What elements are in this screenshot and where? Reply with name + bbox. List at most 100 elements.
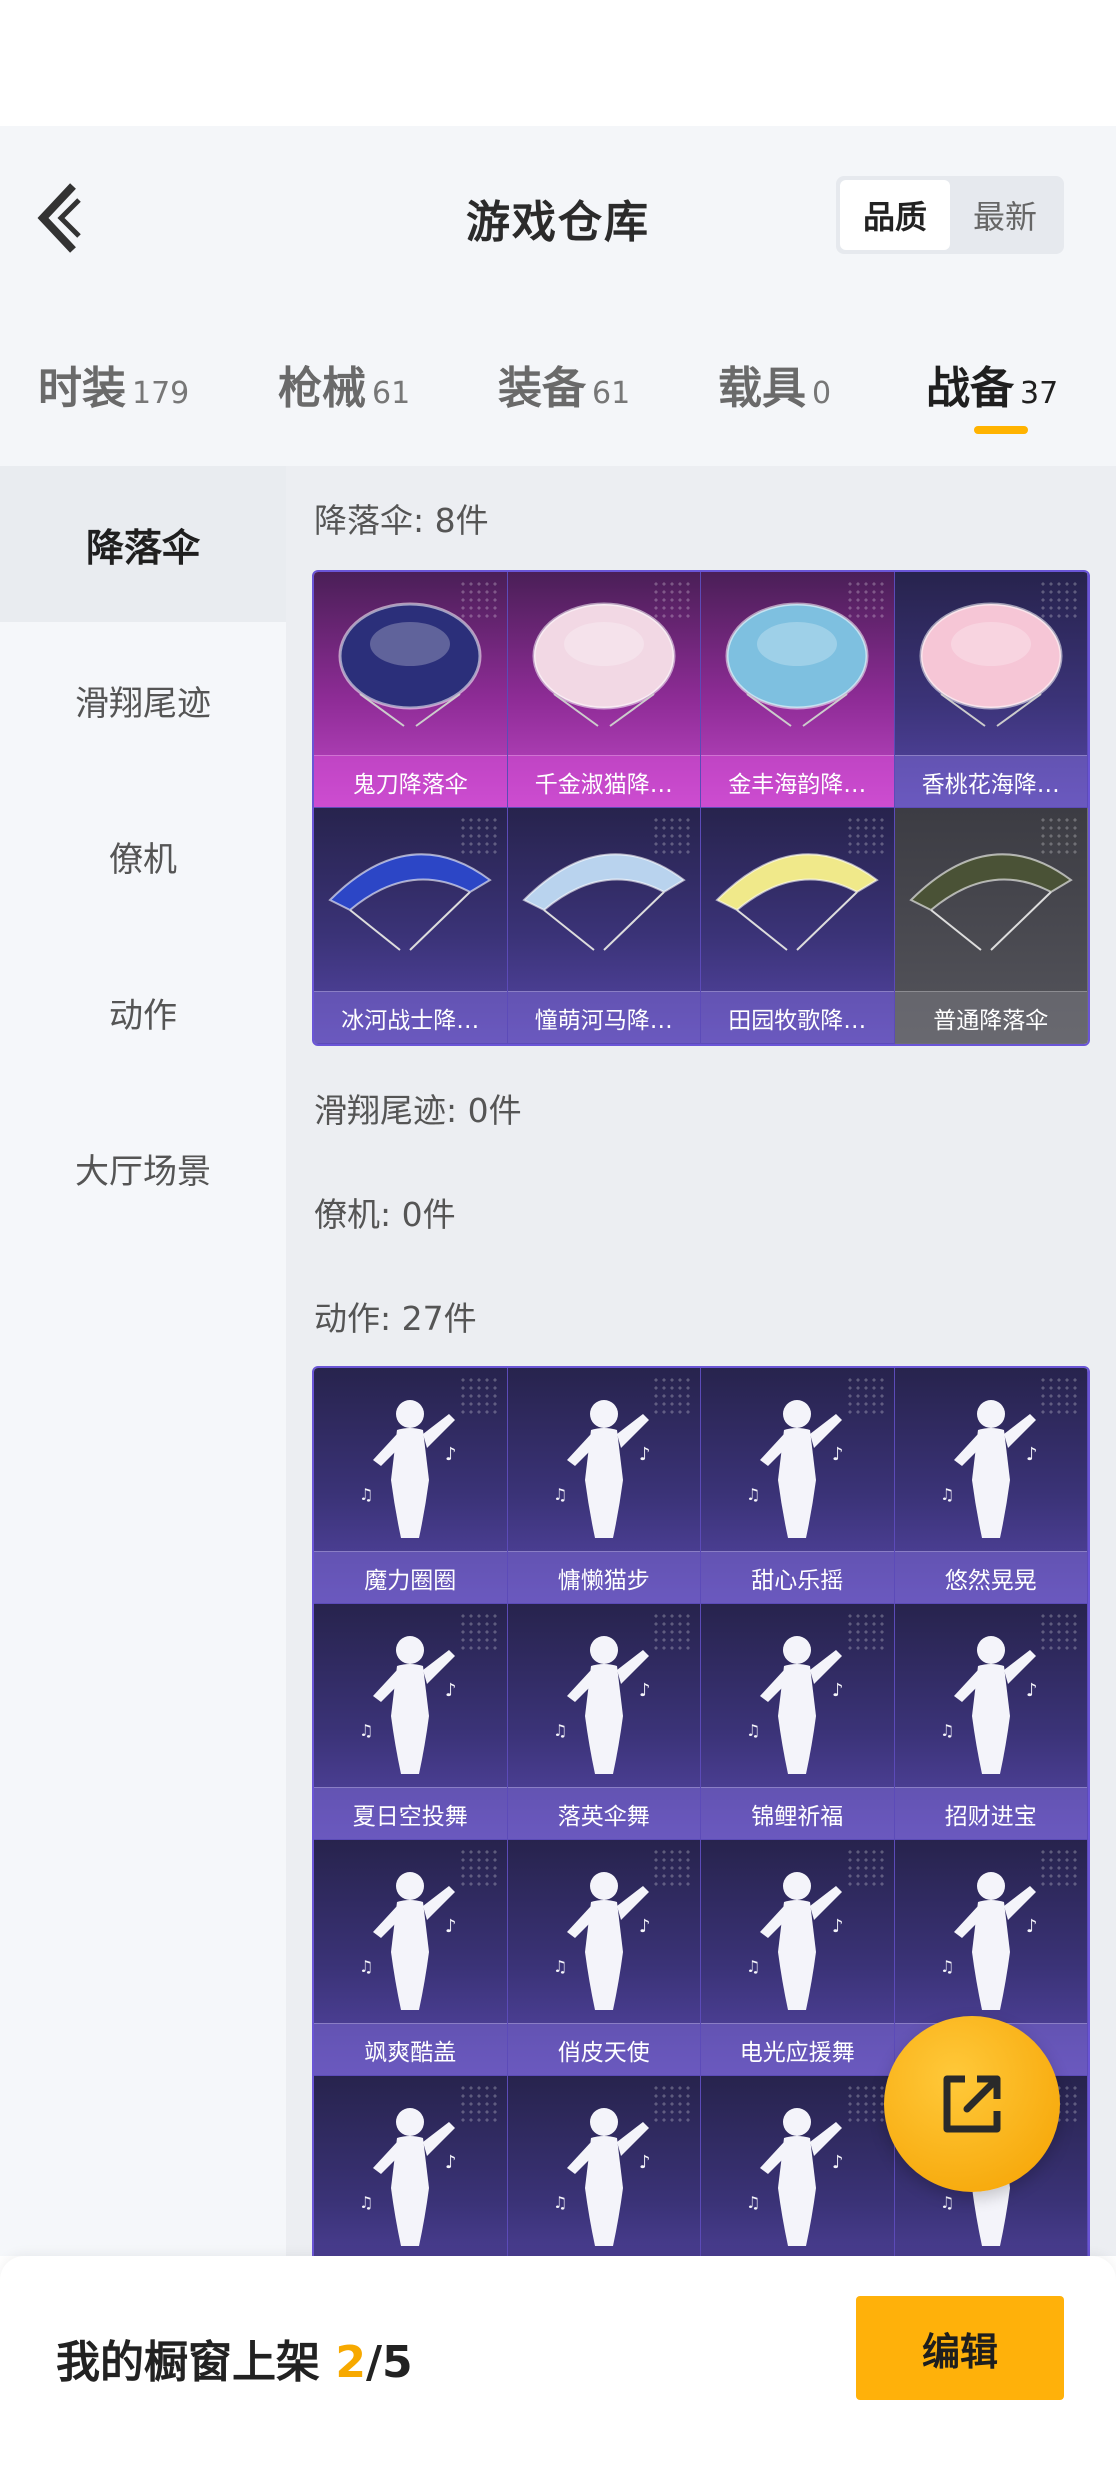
- emote-item[interactable]: ♪ ♫ 夏日空投舞: [314, 1604, 508, 1840]
- svg-text:♪: ♪: [832, 1680, 844, 1701]
- emote-figure-art: ♪♫: [359, 1872, 457, 2010]
- section-title-parachute: 降落伞: 8件: [314, 501, 489, 540]
- emote-item[interactable]: ♪ ♫ 飒爽酷盖: [314, 1840, 508, 2076]
- sort-quality-button[interactable]: 品质: [840, 180, 950, 250]
- emote-item[interactable]: ♪ ♫ 落英伞舞: [507, 1604, 701, 1840]
- share-button[interactable]: [884, 2016, 1060, 2192]
- tab-count: 179: [132, 376, 190, 411]
- emote-item-name: 落英伞舞: [507, 1787, 700, 1839]
- emote-item[interactable]: ♪ ♫ 俏皮天使: [507, 1840, 701, 2076]
- parachute-item[interactable]: 香桃花海降…: [894, 572, 1088, 808]
- parachute-item[interactable]: 鬼刀降落伞: [314, 572, 508, 808]
- tab-label: 载具: [718, 363, 806, 414]
- tab-fashion[interactable]: 时装 179: [38, 352, 189, 416]
- active-tab-indicator: [974, 426, 1028, 434]
- tab-equipment[interactable]: 装备 61: [498, 352, 630, 416]
- tab-count: 37: [1020, 376, 1059, 411]
- sidebar-item-lobby-scene[interactable]: 大厅场景: [0, 1090, 286, 1246]
- emote-item[interactable]: ♪ ♫ 悠然晃晃: [894, 1368, 1088, 1604]
- emote-item[interactable]: ♪ ♫ 魔力圈圈: [314, 1368, 508, 1604]
- parachute-item-name: 鬼刀降落伞: [314, 755, 507, 807]
- svg-text:♫: ♫: [746, 2193, 760, 2212]
- status-bar: [0, 0, 1116, 126]
- parachute-item-name: 千金淑猫降…: [507, 755, 700, 807]
- tab-battle-gear[interactable]: 战备 37: [926, 352, 1058, 416]
- svg-text:♪: ♪: [639, 2152, 651, 2173]
- emote-figure-art: ♪♫: [553, 1636, 650, 1774]
- sidebar-item-emote[interactable]: 动作: [0, 934, 286, 1090]
- emote-item[interactable]: ♪♫: [507, 2076, 701, 2256]
- tab-count: 61: [372, 376, 411, 411]
- emote-item-name: 悠然晃晃: [894, 1551, 1087, 1603]
- section-title-trail: 滑翔尾迹: 0件: [314, 1091, 522, 1130]
- tab-guns[interactable]: 枪械 61: [278, 352, 410, 416]
- svg-text:♪: ♪: [832, 1916, 844, 1937]
- emote-item[interactable]: ♪ ♫ 慵懒猫步: [507, 1368, 701, 1604]
- sidebar: 降落伞 滑翔尾迹 僚机 动作 大厅场景: [0, 466, 286, 2256]
- parachute-art: [715, 853, 880, 951]
- tab-vehicles[interactable]: 载具 0: [718, 352, 831, 416]
- tab-label: 时装: [38, 363, 126, 414]
- svg-text:♫: ♫: [746, 1721, 760, 1740]
- emote-item-name: 电光应援舞: [701, 2023, 894, 2075]
- tab-label: 枪械: [278, 363, 366, 414]
- parachute-item-name: 普通降落伞: [894, 991, 1087, 1043]
- tab-label: 装备: [498, 363, 586, 414]
- emote-figure-art: ♪♫: [553, 2108, 651, 2246]
- svg-text:♫: ♫: [359, 1957, 373, 1976]
- emote-item-name: 俏皮天使: [507, 2023, 700, 2075]
- emote-figure-art: ♪♫: [359, 1636, 457, 1774]
- sidebar-item-parachute[interactable]: 降落伞: [0, 466, 286, 622]
- emote-item-name: 甜心乐摇: [701, 1551, 894, 1603]
- emote-figure-art: ♪♫: [746, 1400, 844, 1538]
- emote-item-name: 夏日空投舞: [314, 1787, 507, 1839]
- tab-count: 0: [812, 376, 832, 411]
- emote-item[interactable]: ♪ ♫ 招财进宝: [894, 1604, 1088, 1840]
- svg-text:♪: ♪: [639, 1916, 651, 1937]
- parachute-art: [338, 602, 482, 727]
- parachute-art: [909, 853, 1073, 951]
- svg-text:♫: ♫: [553, 1485, 567, 1504]
- svg-text:♫: ♫: [746, 1957, 760, 1976]
- emote-item-name: 魔力圈圈: [314, 1551, 507, 1603]
- emote-item[interactable]: ♪ ♫ 电光应援舞: [701, 1840, 895, 2076]
- sort-newest-button[interactable]: 最新: [950, 180, 1060, 250]
- svg-text:♪: ♪: [445, 2152, 457, 2173]
- share-icon: [943, 2075, 1001, 2133]
- parachute-item[interactable]: 普通降落伞: [894, 808, 1088, 1044]
- parachute-grid: 鬼刀降落伞 千金淑猫降… 金丰海韵降… 香桃花海降… 冰河战士降… 憧萌河马降… 田园牧歌降…: [312, 570, 1090, 1046]
- svg-text:♪: ♪: [639, 1444, 651, 1465]
- parachute-item[interactable]: 冰河战士降…: [314, 808, 508, 1044]
- svg-text:♪: ♪: [1026, 1444, 1038, 1465]
- parachute-art: [725, 602, 869, 727]
- emote-item[interactable]: ♪♫: [314, 2076, 508, 2256]
- sidebar-item-wingman[interactable]: 僚机: [0, 778, 286, 934]
- emote-item-name: 慵懒猫步: [507, 1551, 700, 1603]
- showcase-current-count: 2: [335, 2337, 366, 2388]
- svg-text:♫: ♫: [553, 1957, 567, 1976]
- parachute-item[interactable]: 千金淑猫降…: [507, 572, 701, 808]
- edit-button[interactable]: 编辑: [856, 2296, 1064, 2400]
- parachute-item[interactable]: 金丰海韵降…: [701, 572, 895, 808]
- svg-text:♪: ♪: [445, 1916, 457, 1937]
- parachute-item-name: 憧萌河马降…: [507, 991, 700, 1043]
- emote-item-name: 飒爽酷盖: [314, 2023, 507, 2075]
- parachute-item[interactable]: 田园牧歌降…: [701, 808, 895, 1044]
- content-panel: 降落伞: 8件 鬼刀降落伞 千金淑猫降… 金丰海韵降… 香桃花海降… 冰河战士降… 憧萌河…: [286, 466, 1116, 2256]
- parachute-art: [328, 853, 493, 951]
- svg-text:♪: ♪: [1026, 1680, 1038, 1701]
- showcase-total: /5: [365, 2337, 413, 2388]
- parachute-item-name: 香桃花海降…: [894, 755, 1087, 807]
- svg-text:♪: ♪: [832, 2152, 844, 2173]
- section-title-wingman: 僚机: 0件: [314, 1195, 456, 1234]
- emote-item[interactable]: ♪ ♫ 甜心乐摇: [701, 1368, 895, 1604]
- emote-figure-art: ♪♫: [359, 2108, 457, 2246]
- emote-item[interactable]: ♪ ♫ 锦鲤祈福: [701, 1604, 895, 1840]
- emote-item[interactable]: ♪♫: [701, 2076, 895, 2256]
- sidebar-item-trail[interactable]: 滑翔尾迹: [0, 622, 286, 778]
- emote-item-name: 锦鲤祈福: [701, 1787, 894, 1839]
- tab-label: 战备: [926, 363, 1014, 414]
- tab-count: 61: [592, 376, 631, 411]
- emote-figure-art: ♪♫: [940, 1872, 1037, 2010]
- parachute-item[interactable]: 憧萌河马降…: [507, 808, 701, 1044]
